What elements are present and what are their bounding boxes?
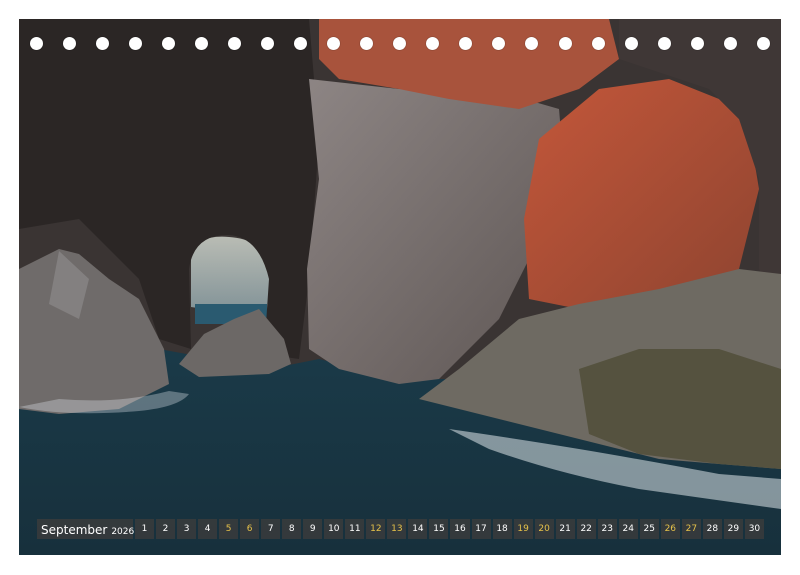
day-cell: 26 <box>660 519 680 539</box>
binding-hole <box>657 36 671 50</box>
binding-hole <box>261 36 275 50</box>
day-cell: 20 <box>534 519 554 539</box>
binding-hole <box>195 36 209 50</box>
day-cell: 1 <box>135 519 155 539</box>
day-cell: 14 <box>408 519 428 539</box>
day-cell: 4 <box>198 519 218 539</box>
month-name: September <box>41 523 108 537</box>
day-cell: 23 <box>597 519 617 539</box>
binding-hole <box>525 36 539 50</box>
binding-hole <box>162 36 176 50</box>
day-cell: 16 <box>450 519 470 539</box>
binding-hole <box>228 36 242 50</box>
day-cell: 10 <box>324 519 344 539</box>
day-cell: 12 <box>366 519 386 539</box>
binding-hole <box>294 36 308 50</box>
day-cell: 13 <box>387 519 407 539</box>
binding-hole <box>360 36 374 50</box>
coastal-rock-arch-photo <box>19 19 781 555</box>
day-cell: 7 <box>261 519 281 539</box>
day-cell: 29 <box>723 519 743 539</box>
binding-holes <box>30 35 770 51</box>
binding-hole <box>690 36 704 50</box>
calendar-strip: September 2026 1 2 3 4 5 6 7 8 9 10 11 12 13 14 15 16 17 1… <box>37 519 764 539</box>
binding-hole <box>624 36 638 50</box>
binding-hole <box>327 36 341 50</box>
day-cell: 8 <box>282 519 302 539</box>
day-cell: 2 <box>156 519 176 539</box>
day-cell: 17 <box>471 519 491 539</box>
binding-hole <box>591 36 605 50</box>
day-cell: 5 <box>219 519 239 539</box>
month-label: September 2026 <box>37 519 135 539</box>
month-year: 2026 <box>111 527 135 537</box>
binding-hole <box>129 36 143 50</box>
binding-hole <box>459 36 473 50</box>
binding-hole <box>492 36 506 50</box>
day-cell: 3 <box>177 519 197 539</box>
day-cell: 15 <box>429 519 449 539</box>
day-cell: 9 <box>303 519 323 539</box>
binding-hole <box>393 36 407 50</box>
day-cell: 25 <box>639 519 659 539</box>
day-cell: 22 <box>576 519 596 539</box>
binding-hole <box>30 36 43 50</box>
binding-hole <box>756 36 770 50</box>
binding-hole <box>96 36 110 50</box>
binding-hole <box>558 36 572 50</box>
day-cell: 11 <box>345 519 365 539</box>
binding-hole <box>426 36 440 50</box>
day-cell: 30 <box>744 519 764 539</box>
day-cell: 19 <box>513 519 533 539</box>
day-cell: 18 <box>492 519 512 539</box>
day-cell: 28 <box>702 519 722 539</box>
day-cell: 24 <box>618 519 638 539</box>
binding-hole <box>723 36 737 50</box>
binding-hole <box>63 36 77 50</box>
day-cell: 27 <box>681 519 701 539</box>
day-cell: 21 <box>555 519 575 539</box>
day-cell: 6 <box>240 519 260 539</box>
